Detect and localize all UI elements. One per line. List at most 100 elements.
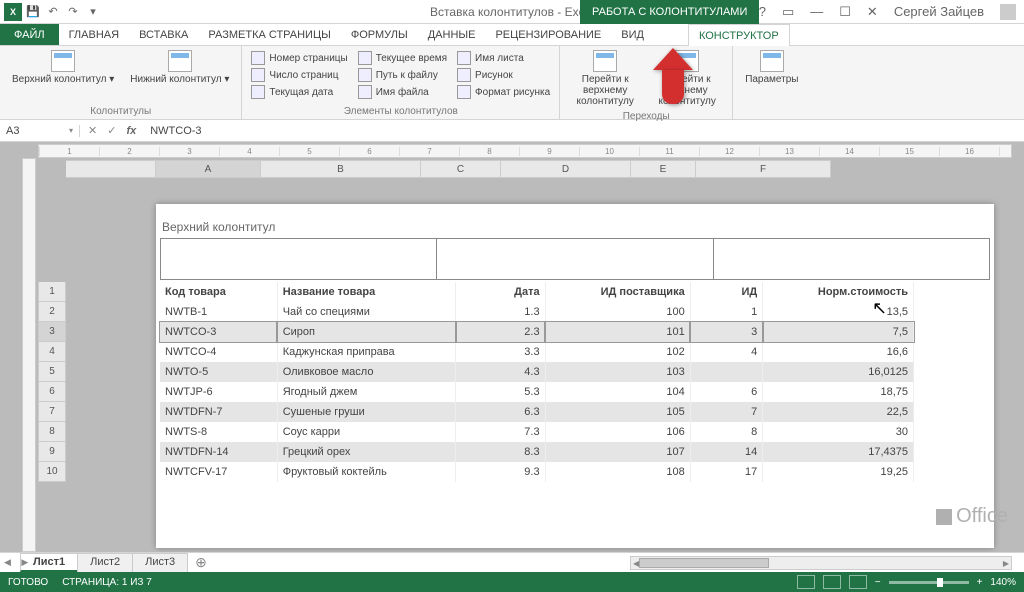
column-header-A[interactable]: A xyxy=(156,160,261,178)
ribbon-group-headers-footers: Верхний колонтитул ▾ Нижний колонтитул ▾… xyxy=(0,46,242,119)
options-button[interactable]: Параметры xyxy=(739,48,804,87)
username-label[interactable]: Сергей Зайцев xyxy=(890,4,988,19)
formula-input[interactable]: NWTCO-3 xyxy=(144,125,1024,137)
row-header[interactable]: 10 xyxy=(38,462,66,482)
ribbon-display-icon[interactable]: ▭ xyxy=(778,4,798,20)
formula-bar: A3▾ ✕ ✓ fx NWTCO-3 xyxy=(0,120,1024,142)
page-number-icon xyxy=(251,51,265,65)
row-header[interactable]: 7 xyxy=(38,402,66,422)
maximize-icon[interactable]: ☐ xyxy=(835,4,855,20)
cancel-icon[interactable]: ✕ xyxy=(88,124,97,137)
enter-icon[interactable]: ✓ xyxy=(107,124,116,137)
add-sheet-button[interactable]: ⊕ xyxy=(187,555,215,570)
column-header-B[interactable]: B xyxy=(261,160,421,178)
column-headers: ABCDEF xyxy=(66,160,831,178)
row-header[interactable]: 9 xyxy=(38,442,66,462)
sheet-tab[interactable]: Лист2 xyxy=(77,553,133,572)
row-header[interactable]: 1 xyxy=(38,282,66,302)
vertical-ruler xyxy=(22,158,36,552)
file-name-button[interactable]: Имя файла xyxy=(355,84,450,100)
ribbon: Верхний колонтитул ▾ Нижний колонтитул ▾… xyxy=(0,46,1024,120)
formula-controls: ✕ ✓ fx xyxy=(80,124,144,137)
zoom-out-button[interactable]: − xyxy=(875,577,881,588)
column-header-F[interactable]: F xyxy=(696,160,831,178)
tab-file[interactable]: ФАЙЛ xyxy=(0,24,59,45)
redo-icon[interactable]: ↷ xyxy=(64,3,82,21)
table-row[interactable]: NWTDFN-14Грецкий орех8.31071417,4375 xyxy=(160,442,914,462)
statusbar: ГОТОВО СТРАНИЦА: 1 ИЗ 7 − + 140% xyxy=(0,572,1024,592)
table-row[interactable]: NWTO-5Оливковое масло4.310316,0125 xyxy=(160,362,914,382)
contextual-tab-label: РАБОТА С КОЛОНТИТУЛАМИ xyxy=(580,0,759,24)
column-header-D[interactable]: D xyxy=(501,160,631,178)
column-header-E[interactable]: E xyxy=(631,160,696,178)
view-normal-button[interactable] xyxy=(797,575,815,589)
page-number-button[interactable]: Номер страницы xyxy=(248,50,350,66)
column-header-C[interactable]: C xyxy=(421,160,501,178)
header-dropdown-button[interactable]: Верхний колонтитул ▾ xyxy=(6,48,120,87)
format-picture-icon xyxy=(457,85,471,99)
undo-icon[interactable]: ↶ xyxy=(44,3,62,21)
zoom-in-button[interactable]: + xyxy=(977,577,983,588)
row-header[interactable]: 2 xyxy=(38,302,66,322)
tab-review[interactable]: РЕЦЕНЗИРОВАНИЕ xyxy=(485,24,611,45)
data-table[interactable]: Код товараНазвание товараДатаИД поставщи… xyxy=(160,282,914,482)
table-row[interactable]: NWTCFV-17Фруктовый коктейль9.31081719,25 xyxy=(160,462,914,482)
goto-header-button[interactable]: Перейти к верхнему колонтитулу xyxy=(566,48,644,109)
tab-formulas[interactable]: ФОРМУЛЫ xyxy=(341,24,418,45)
current-date-button[interactable]: Текущая дата xyxy=(248,84,350,100)
format-picture-button[interactable]: Формат рисунка xyxy=(454,84,553,100)
table-row[interactable]: NWTS-8Соус карри7.3106830 xyxy=(160,422,914,442)
quick-access-toolbar: X 💾 ↶ ↷ ▾ xyxy=(0,3,102,21)
picture-button[interactable]: Рисунок xyxy=(454,67,553,83)
worksheet-area: 1234567891011121314151617181920 ABCDEF 1… xyxy=(0,142,1024,552)
table-row[interactable]: NWTCO-3Сироп2.310137,5 xyxy=(160,322,914,342)
tab-design[interactable]: КОНСТРУКТОР xyxy=(688,24,790,46)
row-header[interactable]: 6 xyxy=(38,382,66,402)
tab-data[interactable]: ДАННЫЕ xyxy=(418,24,486,45)
path-icon xyxy=(358,68,372,82)
name-box[interactable]: A3▾ xyxy=(0,125,80,137)
sheet-name-button[interactable]: Имя листа xyxy=(454,50,553,66)
date-icon xyxy=(251,85,265,99)
goto-footer-button[interactable]: Перейти к нижнему колонтитулу xyxy=(648,48,726,109)
picture-icon xyxy=(457,68,471,82)
zoom-slider[interactable] xyxy=(889,581,969,584)
row-header[interactable]: 5 xyxy=(38,362,66,382)
table-row[interactable]: NWTJP-6Ягодный джем5.3104618,75 xyxy=(160,382,914,402)
header-right-box[interactable] xyxy=(714,238,990,280)
table-row[interactable]: NWTCO-4Каджунская приправа3.3102416,6 xyxy=(160,342,914,362)
tab-page-layout[interactable]: РАЗМЕТКА СТРАНИЦЫ xyxy=(198,24,340,45)
file-icon xyxy=(358,85,372,99)
save-icon[interactable]: 💾 xyxy=(24,3,42,21)
close-icon[interactable]: ✕ xyxy=(863,4,882,20)
tab-view[interactable]: ВИД xyxy=(611,24,654,45)
row-header[interactable]: 3 xyxy=(38,322,66,342)
row-header[interactable]: 4 xyxy=(38,342,66,362)
current-time-button[interactable]: Текущее время xyxy=(355,50,450,66)
tab-home[interactable]: ГЛАВНАЯ xyxy=(59,24,129,45)
table-row[interactable]: NWTDFN-7Сушеные груши6.3105722,5 xyxy=(160,402,914,422)
horizontal-scrollbar[interactable]: ◀ ▶ xyxy=(630,556,1012,570)
tab-insert[interactable]: ВСТАВКА xyxy=(129,24,198,45)
zoom-level[interactable]: 140% xyxy=(990,577,1016,588)
header-left-box[interactable] xyxy=(160,238,437,280)
minimize-icon[interactable]: — xyxy=(806,4,827,19)
view-page-break-button[interactable] xyxy=(849,575,867,589)
page-count-icon xyxy=(251,68,265,82)
footer-dropdown-button[interactable]: Нижний колонтитул ▾ xyxy=(124,48,235,87)
user-avatar[interactable] xyxy=(1000,4,1016,20)
row-header[interactable]: 8 xyxy=(38,422,66,442)
file-path-button[interactable]: Путь к файлу xyxy=(355,67,450,83)
page-count-button[interactable]: Число страниц xyxy=(248,67,350,83)
excel-icon[interactable]: X xyxy=(4,3,22,21)
row-headers: 12345678910 xyxy=(38,282,66,482)
sheet-tab[interactable]: Лист3 xyxy=(132,553,188,572)
table-row[interactable]: NWTB-1Чай со специями1.3100113,5 xyxy=(160,302,914,322)
header-center-box[interactable] xyxy=(437,238,713,280)
horizontal-ruler: 1234567891011121314151617181920 xyxy=(38,144,1012,158)
qat-customize-icon[interactable]: ▾ xyxy=(84,3,102,21)
view-page-layout-button[interactable] xyxy=(823,575,841,589)
sheet-nav-arrows[interactable]: ◀ ▶ xyxy=(4,557,32,568)
window-title: Вставка колонтитулов - Excel xyxy=(430,5,594,19)
fx-icon[interactable]: fx xyxy=(126,125,136,137)
